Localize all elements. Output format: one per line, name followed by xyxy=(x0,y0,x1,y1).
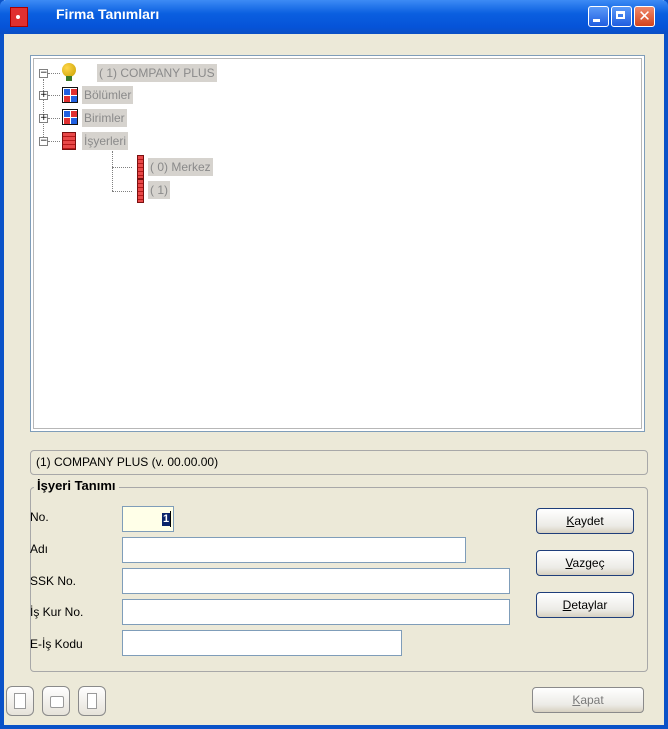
open-icon xyxy=(50,696,64,708)
no-label: No. xyxy=(30,510,49,524)
detaylar-label: etaylar xyxy=(571,598,608,612)
tree-connector xyxy=(112,167,132,168)
new-document-button[interactable] xyxy=(6,686,34,716)
minimize-icon xyxy=(593,19,600,22)
tree-node-workplace-1-label: ( 1) xyxy=(148,181,170,199)
e-is-kodu-field[interactable] xyxy=(122,630,402,656)
root-collapse-toggle[interactable]: − xyxy=(39,69,48,78)
birimler-expand-toggle[interactable]: + xyxy=(39,114,48,123)
kaydet-button[interactable]: Kaydet xyxy=(536,508,634,534)
tree-node-bolumler-label: Bölümler xyxy=(82,86,134,104)
tree-node-root-label: ( 1) COMPANY PLUS xyxy=(97,64,217,82)
adi-label: Adı xyxy=(30,542,49,556)
company-status-line: (1) COMPANY PLUS (v. 00.00.00) xyxy=(30,450,648,475)
tree-connector xyxy=(112,191,132,192)
text-caret xyxy=(170,511,171,527)
firma-tanimlari-window: Firma Tanımları ✕ − ( 1) COMPANY PLUS + … xyxy=(0,0,668,729)
is-kur-no-field[interactable] xyxy=(122,599,510,625)
globe-icon xyxy=(62,63,76,81)
adi-field[interactable] xyxy=(122,537,466,563)
ssk-no-label: SSK No. xyxy=(30,574,77,588)
no-field[interactable]: 1 xyxy=(122,506,174,532)
new-document-icon xyxy=(14,693,26,709)
maximize-button[interactable] xyxy=(611,6,632,27)
tree-connector xyxy=(43,79,44,141)
vazgec-button[interactable]: Vazgeç xyxy=(536,550,634,576)
minimize-button[interactable] xyxy=(588,6,609,27)
building-icon xyxy=(62,132,76,150)
tree-connector xyxy=(48,95,60,96)
window-title: Firma Tanımları xyxy=(56,6,160,22)
kapat-button[interactable]: Kapat xyxy=(532,687,644,713)
tree-frame: − ( 1) COMPANY PLUS + Bölümler + Birimle… xyxy=(33,58,642,429)
tree-node-isyerleri-label: İşyerleri xyxy=(82,132,129,150)
company-tree[interactable]: − ( 1) COMPANY PLUS + Bölümler + Birimle… xyxy=(30,55,645,432)
tree-connector xyxy=(48,141,60,142)
delete-button[interactable] xyxy=(78,686,106,716)
trash-icon xyxy=(87,693,97,709)
title-bar[interactable]: Firma Tanımları ✕ xyxy=(0,0,668,34)
close-button[interactable]: ✕ xyxy=(634,6,655,27)
tree-connector xyxy=(112,151,113,191)
tree-connector xyxy=(48,73,60,74)
app-icon[interactable] xyxy=(10,7,28,27)
isyerleri-collapse-toggle[interactable]: − xyxy=(39,137,48,146)
tree-connector xyxy=(48,118,60,119)
detaylar-button[interactable]: Detaylar xyxy=(536,592,634,618)
open-button[interactable] xyxy=(42,686,70,716)
group-title: İşyeri Tanımı xyxy=(34,478,119,493)
tree-node-merkez-label: ( 0) Merkez xyxy=(148,158,213,176)
vazgec-label: azgeç xyxy=(572,556,605,570)
tree-node-birimler-label: Birimler xyxy=(82,109,127,127)
no-value: 1 xyxy=(162,513,170,526)
close-icon: ✕ xyxy=(638,7,651,25)
bolumler-expand-toggle[interactable]: + xyxy=(39,91,48,100)
grid-icon xyxy=(62,87,78,103)
ssk-no-field[interactable] xyxy=(122,568,510,594)
vazgec-access-key: V xyxy=(565,556,573,570)
e-is-kodu-label: E-İş Kodu xyxy=(30,637,83,651)
workplace-icon xyxy=(137,179,144,203)
grid-icon xyxy=(62,109,78,125)
maximize-icon xyxy=(616,11,625,19)
kaydet-label: aydet xyxy=(574,514,604,528)
workplace-icon xyxy=(137,155,144,179)
is-kur-no-label: İş Kur No. xyxy=(30,605,84,619)
kapat-label: apat xyxy=(580,693,604,707)
detaylar-access-key: D xyxy=(562,598,572,612)
